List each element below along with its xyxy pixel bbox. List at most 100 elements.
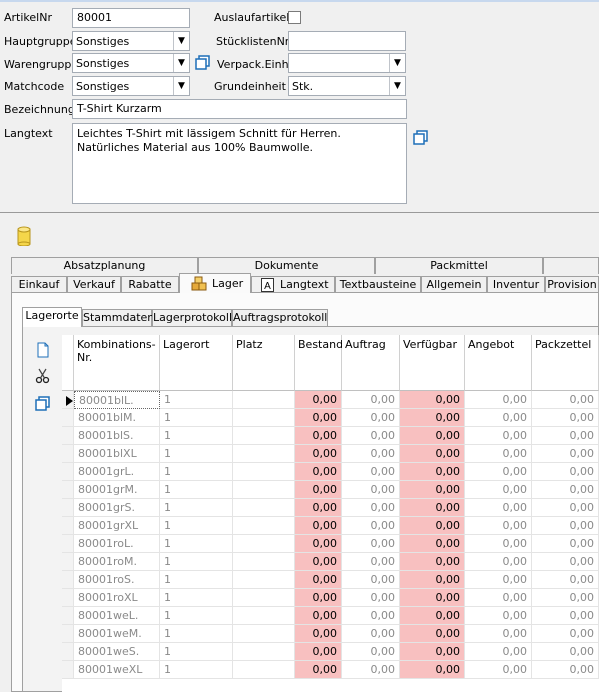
table-cell-combination-nr[interactable]: 80001grM. [74, 481, 160, 499]
copy-icon[interactable] [35, 396, 51, 412]
table-cell-auftrag[interactable]: 0,00 [342, 409, 400, 427]
chevron-down-icon[interactable]: ▼ [173, 32, 189, 50]
scissors-icon[interactable] [35, 368, 51, 384]
table-cell-lagerort[interactable]: 1 [160, 463, 233, 481]
table-cell-angebot[interactable]: 0,00 [465, 589, 532, 607]
stuecklistennr-input[interactable] [288, 31, 406, 51]
table-cell-lagerort[interactable]: 1 [160, 391, 233, 409]
table-cell-angebot[interactable]: 0,00 [465, 643, 532, 661]
table-cell-platz[interactable] [233, 661, 295, 679]
table-cell-packzettel[interactable]: 0,00 [532, 661, 599, 679]
table-cell-packzettel[interactable]: 0,00 [532, 625, 599, 643]
table-cell-platz[interactable] [233, 427, 295, 445]
table-cell-verfuegbar[interactable]: 0,00 [400, 409, 465, 427]
table-cell-angebot[interactable]: 0,00 [465, 553, 532, 571]
row-indicator[interactable] [62, 499, 74, 517]
table-cell-platz[interactable] [233, 535, 295, 553]
table-cell-bestand[interactable]: 0,00 [295, 391, 342, 409]
table-cell-angebot[interactable]: 0,00 [465, 625, 532, 643]
table-cell-angebot[interactable]: 0,00 [465, 499, 532, 517]
table-cell-angebot[interactable]: 0,00 [465, 607, 532, 625]
table-cell-verfuegbar[interactable]: 0,00 [400, 661, 465, 679]
table-cell-combination-nr[interactable]: 80001roM. [74, 553, 160, 571]
table-cell-angebot[interactable]: 0,00 [465, 571, 532, 589]
column-header-platz[interactable]: Platz [233, 335, 295, 391]
row-indicator[interactable] [62, 643, 74, 661]
table-cell-combination-nr[interactable]: 80001weL. [74, 607, 160, 625]
table-cell-verfuegbar[interactable]: 0,00 [400, 535, 465, 553]
table-cell-verfuegbar[interactable]: 0,00 [400, 391, 465, 409]
chevron-down-icon[interactable]: ▼ [389, 77, 405, 95]
table-cell-auftrag[interactable]: 0,00 [342, 571, 400, 589]
row-indicator[interactable] [62, 463, 74, 481]
tab-textbausteine[interactable]: Textbausteine [335, 276, 421, 293]
tab-provision[interactable]: Provision [545, 276, 599, 293]
table-cell-auftrag[interactable]: 0,00 [342, 553, 400, 571]
table-cell-bestand[interactable]: 0,00 [295, 661, 342, 679]
row-indicator[interactable] [62, 625, 74, 643]
bezeichnung-input[interactable]: T-Shirt Kurzarm [72, 99, 407, 119]
chevron-down-icon[interactable]: ▼ [173, 77, 189, 95]
tab-dokumente[interactable]: Dokumente [198, 257, 375, 274]
tab-allgemein[interactable]: Allgemein [421, 276, 487, 293]
table-cell-bestand[interactable]: 0,00 [295, 553, 342, 571]
table-row[interactable]: 80001weM. 1 0,00 0,00 0,00 0,00 0,00 [62, 625, 599, 643]
table-cell-angebot[interactable]: 0,00 [465, 661, 532, 679]
tab-packmittel[interactable]: Packmittel [375, 257, 543, 274]
table-cell-packzettel[interactable]: 0,00 [532, 571, 599, 589]
table-row[interactable]: 80001blXL 1 0,00 0,00 0,00 0,00 0,00 [62, 445, 599, 463]
table-cell-packzettel[interactable]: 0,00 [532, 463, 599, 481]
table-row[interactable]: 80001blM. 1 0,00 0,00 0,00 0,00 0,00 [62, 409, 599, 427]
table-cell-auftrag[interactable]: 0,00 [342, 589, 400, 607]
table-cell-angebot[interactable]: 0,00 [465, 517, 532, 535]
table-cell-packzettel[interactable]: 0,00 [532, 445, 599, 463]
table-cell-platz[interactable] [233, 517, 295, 535]
table-cell-angebot[interactable]: 0,00 [465, 409, 532, 427]
table-cell-bestand[interactable]: 0,00 [295, 625, 342, 643]
matchcode-select[interactable]: Sonstiges ▼ [72, 76, 190, 96]
table-cell-combination-nr[interactable]: 80001weS. [74, 643, 160, 661]
table-cell-verfuegbar[interactable]: 0,00 [400, 499, 465, 517]
table-cell-bestand[interactable]: 0,00 [295, 607, 342, 625]
table-cell-auftrag[interactable]: 0,00 [342, 499, 400, 517]
table-cell-angebot[interactable]: 0,00 [465, 391, 532, 409]
table-cell-packzettel[interactable]: 0,00 [532, 499, 599, 517]
table-cell-auftrag[interactable]: 0,00 [342, 445, 400, 463]
table-cell-platz[interactable] [233, 391, 295, 409]
table-cell-verfuegbar[interactable]: 0,00 [400, 589, 465, 607]
tab-inventur[interactable]: Inventur [487, 276, 545, 293]
table-cell-bestand[interactable]: 0,00 [295, 643, 342, 661]
table-cell-bestand[interactable]: 0,00 [295, 517, 342, 535]
new-document-icon[interactable] [35, 342, 51, 358]
table-row[interactable]: 80001roXL 1 0,00 0,00 0,00 0,00 0,00 [62, 589, 599, 607]
table-cell-lagerort[interactable]: 1 [160, 625, 233, 643]
table-cell-packzettel[interactable]: 0,00 [532, 391, 599, 409]
row-indicator[interactable] [62, 481, 74, 499]
table-cell-combination-nr[interactable]: 80001roS. [74, 571, 160, 589]
table-cell-platz[interactable] [233, 607, 295, 625]
table-cell-packzettel[interactable]: 0,00 [532, 607, 599, 625]
table-cell-lagerort[interactable]: 1 [160, 571, 233, 589]
table-row[interactable]: 80001roM. 1 0,00 0,00 0,00 0,00 0,00 [62, 553, 599, 571]
row-indicator[interactable] [62, 409, 74, 427]
table-cell-bestand[interactable]: 0,00 [295, 535, 342, 553]
table-cell-bestand[interactable]: 0,00 [295, 463, 342, 481]
table-cell-lagerort[interactable]: 1 [160, 517, 233, 535]
table-cell-bestand[interactable]: 0,00 [295, 499, 342, 517]
table-row[interactable]: 80001weS. 1 0,00 0,00 0,00 0,00 0,00 [62, 643, 599, 661]
row-indicator[interactable] [62, 607, 74, 625]
table-row[interactable]: 80001blL. 1 0,00 0,00 0,00 0,00 0,00 [62, 391, 599, 409]
chevron-down-icon[interactable]: ▼ [173, 54, 189, 72]
table-cell-bestand[interactable]: 0,00 [295, 571, 342, 589]
tab-lager[interactable]: Lager [179, 273, 251, 293]
table-cell-combination-nr[interactable]: 80001grXL [74, 517, 160, 535]
warengruppe-select[interactable]: Sonstiges ▼ [72, 53, 190, 73]
table-cell-auftrag[interactable]: 0,00 [342, 643, 400, 661]
table-cell-verfuegbar[interactable]: 0,00 [400, 607, 465, 625]
table-cell-platz[interactable] [233, 625, 295, 643]
table-cell-combination-nr[interactable]: 80001grL. [74, 463, 160, 481]
chevron-down-icon[interactable]: ▼ [389, 54, 405, 72]
row-indicator[interactable] [62, 589, 74, 607]
table-cell-combination-nr[interactable]: 80001blXL [74, 445, 160, 463]
table-cell-auftrag[interactable]: 0,00 [342, 607, 400, 625]
